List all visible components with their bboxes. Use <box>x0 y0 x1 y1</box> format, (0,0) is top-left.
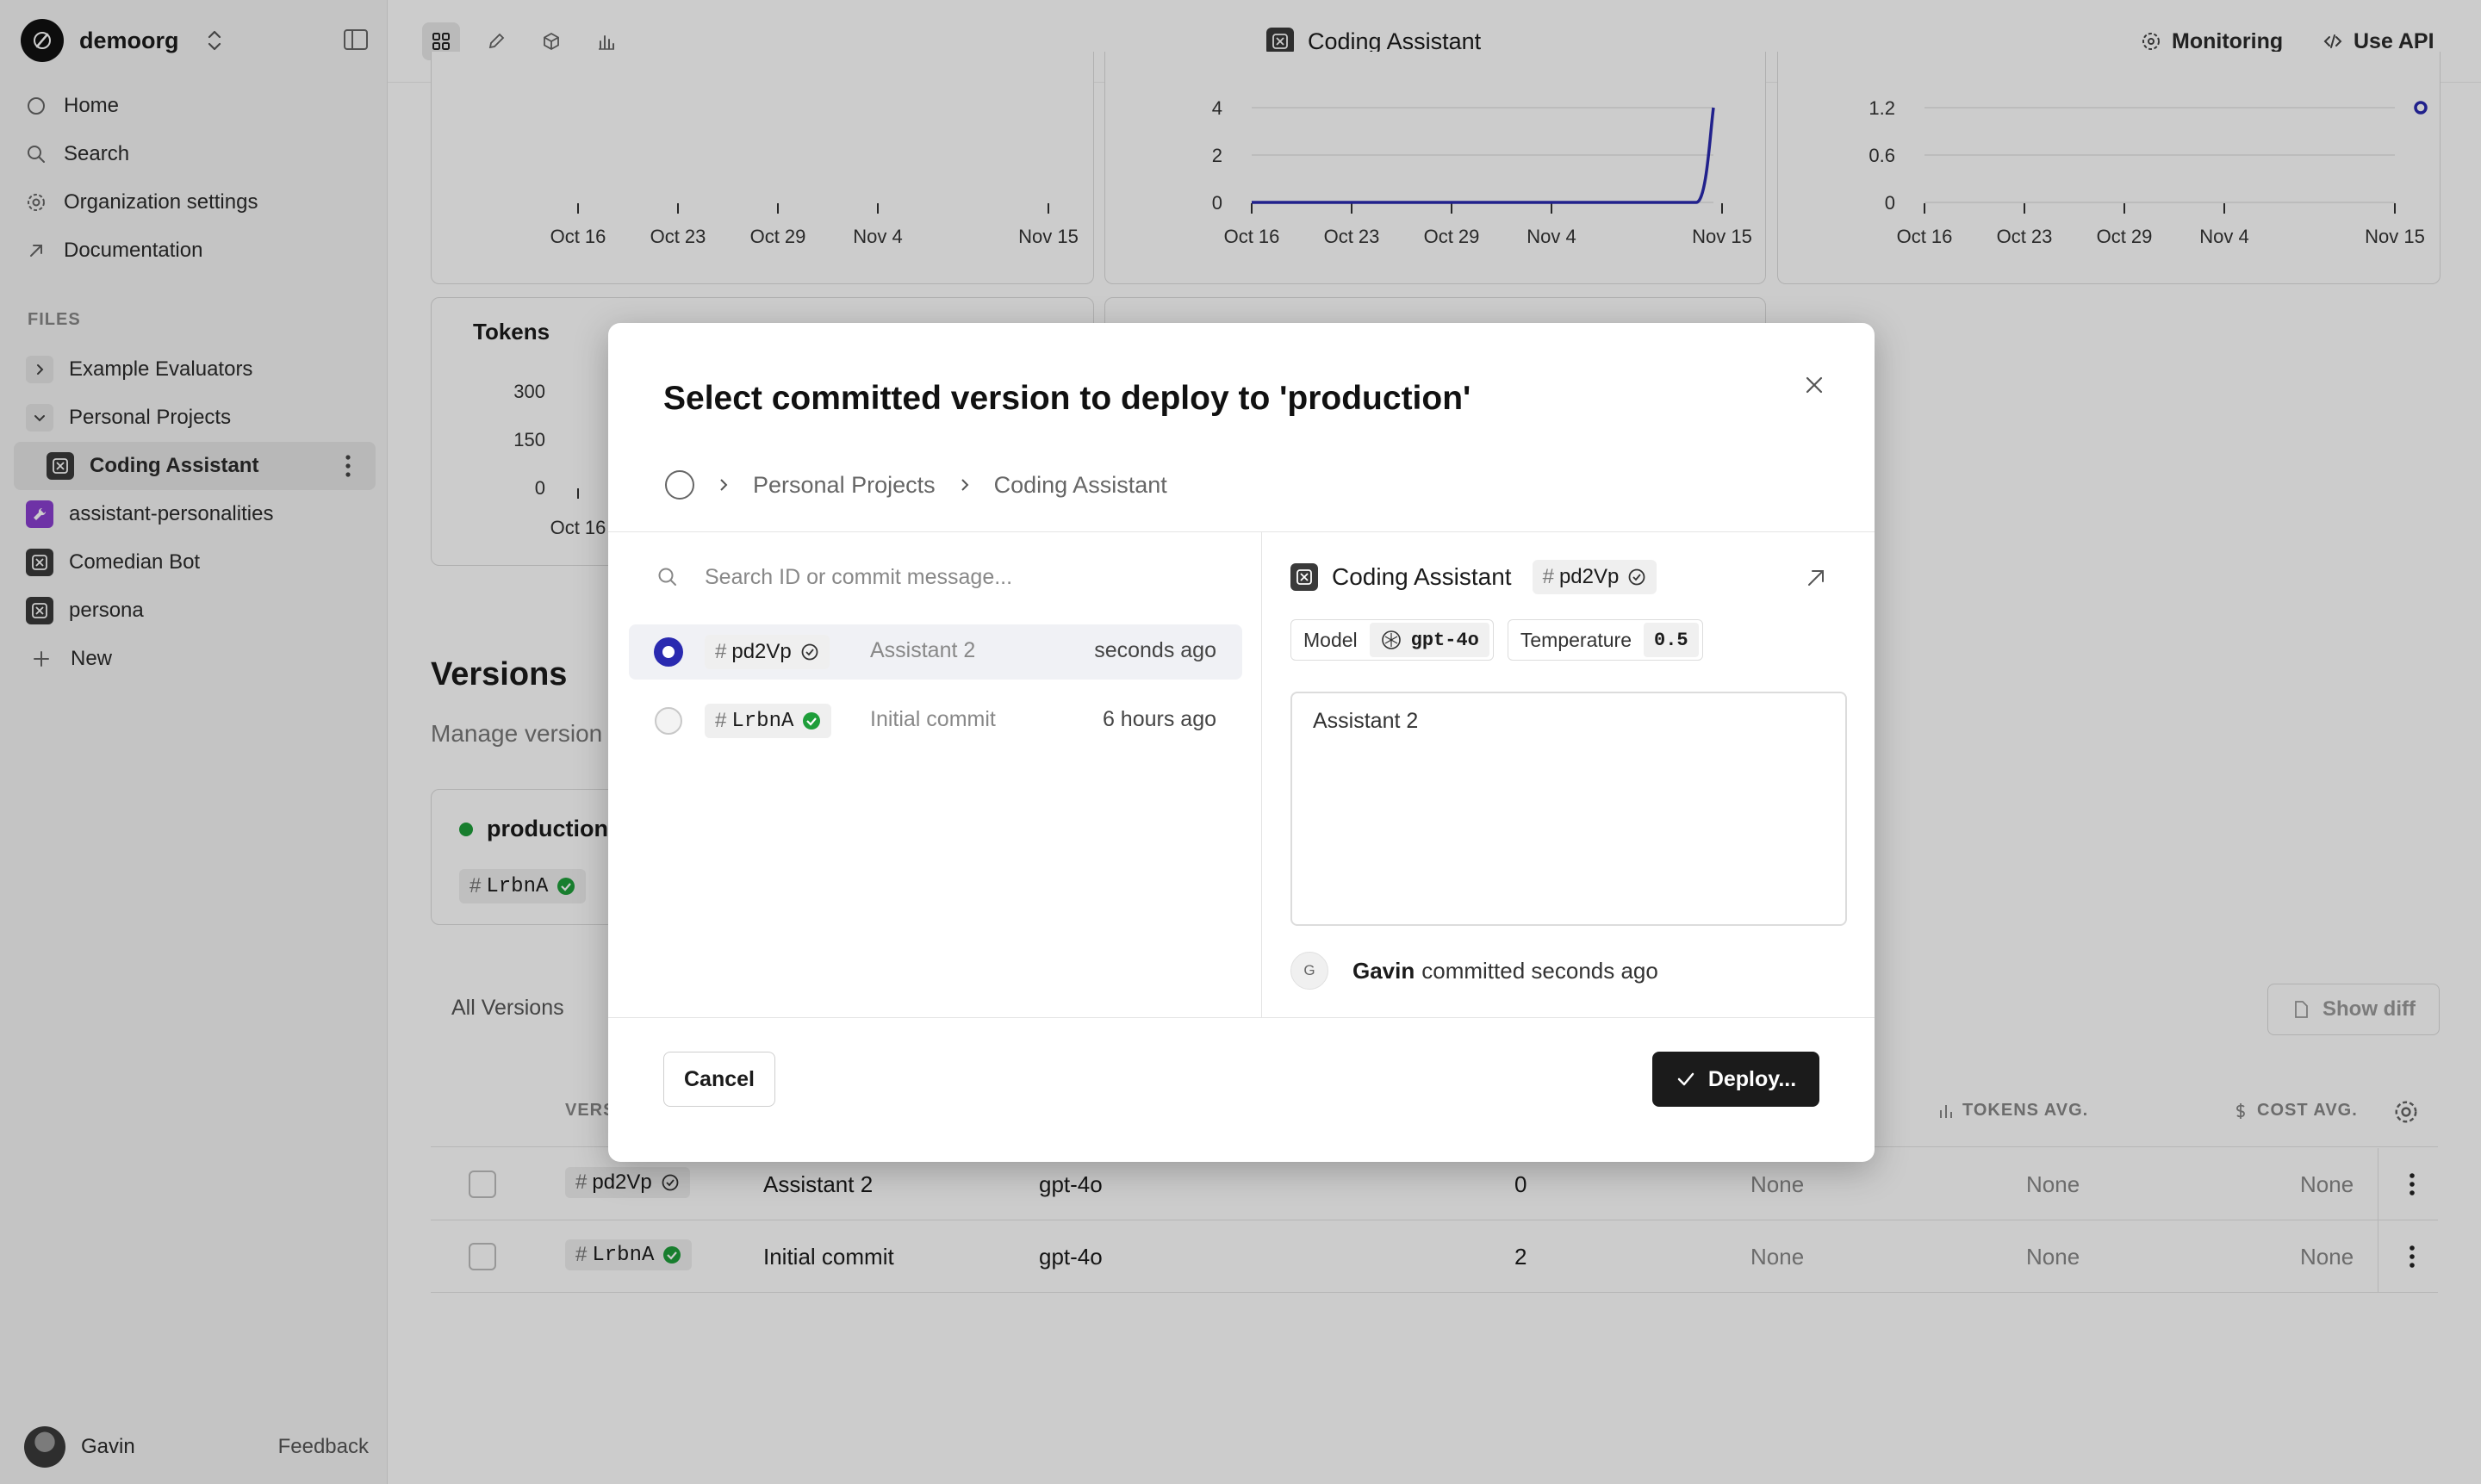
search-icon <box>658 568 676 586</box>
committed-icon <box>801 643 818 661</box>
temperature-value: 0.5 <box>1644 623 1699 657</box>
openai-icon <box>1381 630 1401 649</box>
deploy-label: Deploy... <box>1707 1066 1797 1091</box>
version-time: 6 hours ago <box>1102 707 1216 731</box>
chevron-right-icon <box>961 479 969 491</box>
temperature-property: Temperature 0.5 <box>1507 619 1703 661</box>
version-properties: Model gpt-4o Temperature 0.5 <box>1290 619 1717 661</box>
workspace-root-icon[interactable] <box>665 470 694 500</box>
version-option-pd2Vp[interactable]: # pd2Vp Assistant 2 seconds ago <box>629 624 1242 680</box>
chevron-right-icon <box>720 479 728 491</box>
committer-name: Gavin <box>1352 957 1415 984</box>
dialog-title: Select committed version to deploy to 'p… <box>663 380 1471 417</box>
commit-info: G Gavin committed seconds ago <box>1290 950 1658 991</box>
radio-selected[interactable] <box>655 638 682 666</box>
check-circle-icon <box>803 712 821 730</box>
prompt-template-preview: Assistant 2 <box>1290 692 1847 926</box>
version-message: Initial commit <box>870 707 996 731</box>
open-external-icon[interactable] <box>1804 566 1828 590</box>
version-hash: pd2Vp <box>731 640 792 663</box>
detail-version-hash: pd2Vp <box>1558 565 1620 588</box>
search-placeholder: Search ID or commit message... <box>705 564 1013 589</box>
deploy-version-dialog: Select committed version to deploy to 'p… <box>608 323 1875 1162</box>
version-detail-header: Coding Assistant # pd2Vp <box>1290 556 1657 599</box>
divider <box>608 531 1875 532</box>
model-label: Model <box>1303 628 1358 651</box>
committed-icon <box>1628 568 1645 586</box>
divider <box>608 1017 1875 1018</box>
model-property: Model gpt-4o <box>1290 619 1494 661</box>
breadcrumb: Personal Projects Coding Assistant <box>665 468 1167 502</box>
temperature-label: Temperature <box>1520 628 1632 651</box>
avatar: G <box>1290 952 1328 990</box>
detail-prompt-name: Coding Assistant <box>1332 563 1512 590</box>
cancel-button[interactable]: Cancel <box>663 1052 775 1107</box>
version-search-input[interactable]: Search ID or commit message... <box>656 556 1242 599</box>
divider <box>1261 531 1262 1017</box>
version-hash: LrbnA <box>731 709 794 733</box>
close-icon <box>1806 376 1823 394</box>
deploy-button[interactable]: Deploy... <box>1652 1052 1819 1107</box>
radio-unselected[interactable] <box>655 707 682 735</box>
version-time: seconds ago <box>1094 638 1216 662</box>
version-message: Assistant 2 <box>870 638 976 662</box>
check-icon <box>1677 1072 1694 1086</box>
commit-time: committed seconds ago <box>1421 957 1658 984</box>
breadcrumb-item[interactable]: Coding Assistant <box>994 472 1167 499</box>
prompt-icon <box>1290 563 1318 591</box>
model-value: gpt-4o <box>1410 629 1479 651</box>
breadcrumb-item[interactable]: Personal Projects <box>753 472 936 499</box>
version-option-LrbnA[interactable]: # LrbnA Initial commit 6 hours ago <box>629 693 1242 748</box>
close-button[interactable] <box>1797 368 1831 402</box>
